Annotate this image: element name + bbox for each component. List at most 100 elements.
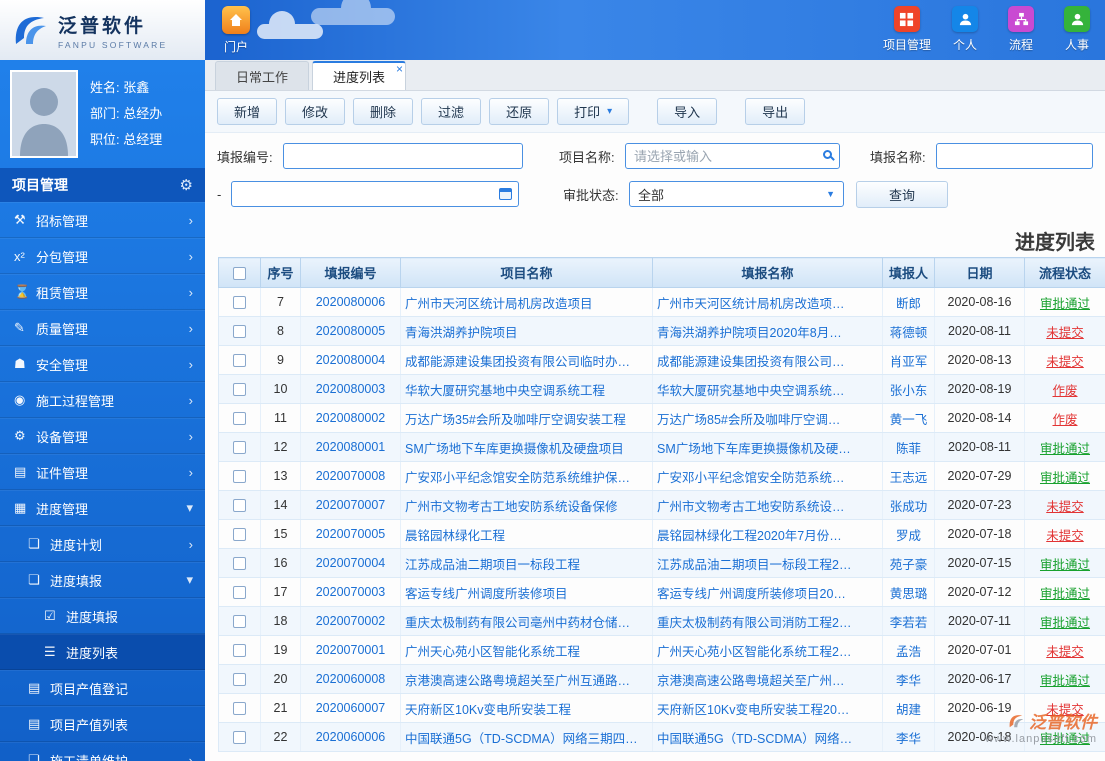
status-link[interactable]: 未提交 <box>1024 345 1105 375</box>
row-checkbox[interactable] <box>233 412 246 426</box>
sidebar-item[interactable]: ☗ 安全管理 › <box>0 346 205 382</box>
status-link[interactable]: 审批通过 <box>1024 548 1105 578</box>
row-checkbox[interactable] <box>233 296 246 310</box>
sidebar-item[interactable]: ☑ 进度填报 <box>0 598 205 634</box>
sidebar-item[interactable]: ⚒ 招标管理 › <box>0 202 205 238</box>
reporter-link[interactable]: 陈菲 <box>882 432 935 462</box>
calendar-icon[interactable] <box>499 188 512 200</box>
row-checkbox[interactable] <box>233 586 246 600</box>
report-name-link[interactable]: 中国联通5G（TD-SCDMA）网络… <box>652 722 883 752</box>
topnav-hr[interactable]: 人事 <box>1049 0 1105 53</box>
toolbar-button[interactable]: 还原 <box>489 98 550 125</box>
toolbar-button[interactable]: 过滤 <box>421 98 482 125</box>
status-link[interactable]: 未提交 <box>1024 635 1105 665</box>
reporter-link[interactable]: 张成功 <box>882 490 935 520</box>
project-name-link[interactable]: 江苏成品油二期项目一标段工程 <box>400 548 653 578</box>
report-name-link[interactable]: 万达广场85#会所及咖啡厅空调… <box>652 403 883 433</box>
report-code-link[interactable]: 2020080002 <box>300 403 401 433</box>
topnav-project-management[interactable]: 项目管理 <box>877 0 937 53</box>
status-link[interactable]: 未提交 <box>1024 693 1105 723</box>
row-checkbox[interactable] <box>233 325 246 339</box>
reporter-link[interactable]: 李华 <box>882 722 935 752</box>
project-name-link[interactable]: 青海洪湖养护院项目 <box>400 316 653 346</box>
sidebar-item[interactable]: ⚙ 设备管理 › <box>0 418 205 454</box>
row-checkbox[interactable] <box>233 354 246 368</box>
report-name-link[interactable]: 广州市文物考古工地安防系统设… <box>652 490 883 520</box>
report-code-link[interactable]: 2020070004 <box>300 548 401 578</box>
reporter-link[interactable]: 苑子豪 <box>882 548 935 578</box>
report-name-link[interactable]: 广州天心苑小区智能化系统工程2… <box>652 635 883 665</box>
report-code-link[interactable]: 2020060007 <box>300 693 401 723</box>
row-checkbox[interactable] <box>233 528 246 542</box>
row-checkbox[interactable] <box>233 731 246 745</box>
reporter-link[interactable]: 张小东 <box>882 374 935 404</box>
sidebar-item[interactable]: ▤ 项目产值登记 <box>0 670 205 706</box>
reporter-link[interactable]: 断郎 <box>882 287 935 317</box>
report-name-link[interactable]: 重庆太极制药有限公司消防工程2… <box>652 606 883 636</box>
tab[interactable]: 进度列表 × <box>312 61 407 90</box>
sidebar-item[interactable]: ❏ 施工清单维护 › <box>0 742 205 761</box>
project-name-link[interactable]: 晨铭园林绿化工程 <box>400 519 653 549</box>
project-name-link[interactable]: 华软大厦研究基地中央空调系统工程 <box>400 374 653 404</box>
status-link[interactable]: 审批通过 <box>1024 664 1105 694</box>
toolbar-button[interactable]: 导出 <box>745 98 806 125</box>
select-all-checkbox[interactable] <box>233 267 246 281</box>
row-checkbox[interactable] <box>233 470 246 484</box>
close-icon[interactable]: × <box>396 63 403 75</box>
report-name-link[interactable]: 江苏成品油二期项目一标段工程2… <box>652 548 883 578</box>
status-link[interactable]: 审批通过 <box>1024 577 1105 607</box>
report-name-link[interactable]: 客运专线广州调度所装修项目20… <box>652 577 883 607</box>
sidebar-item[interactable]: ⌛ 租赁管理 › <box>0 274 205 310</box>
sidebar-item[interactable]: ☰ 进度列表 <box>0 634 205 670</box>
status-link[interactable]: 审批通过 <box>1024 287 1105 317</box>
project-name-link[interactable]: 成都能源建设集团投资有限公司临时办… <box>400 345 653 375</box>
status-link[interactable]: 未提交 <box>1024 316 1105 346</box>
query-button[interactable]: 查询 <box>856 180 948 208</box>
project-name-link[interactable]: 天府新区10Kv变电所安装工程 <box>400 693 653 723</box>
report-name-link[interactable]: 京港澳高速公路粤境超关至广州… <box>652 664 883 694</box>
toolbar-button[interactable]: 导入 <box>657 98 718 125</box>
reporter-link[interactable]: 胡建 <box>882 693 935 723</box>
project-name-link[interactable]: 重庆太极制药有限公司亳州中药材仓储… <box>400 606 653 636</box>
reporter-link[interactable]: 黄一飞 <box>882 403 935 433</box>
report-code-link[interactable]: 2020060006 <box>300 722 401 752</box>
topnav-personal[interactable]: 个人 <box>937 0 993 53</box>
portal-button[interactable]: 门户 <box>205 0 267 55</box>
report-name-input[interactable] <box>936 143 1093 169</box>
reporter-link[interactable]: 黄思璐 <box>882 577 935 607</box>
sidebar-item[interactable]: ◉ 施工过程管理 › <box>0 382 205 418</box>
project-name-link[interactable]: 万达广场35#会所及咖啡厅空调安装工程 <box>400 403 653 433</box>
report-name-link[interactable]: SM广场地下车库更换摄像机及硬… <box>652 432 883 462</box>
reporter-link[interactable]: 李若若 <box>882 606 935 636</box>
sidebar-item[interactable]: ❏ 进度填报 ▾ <box>0 562 205 598</box>
report-code-link[interactable]: 2020080005 <box>300 316 401 346</box>
search-icon[interactable] <box>823 150 832 159</box>
report-name-link[interactable]: 青海洪湖养护院项目2020年8月… <box>652 316 883 346</box>
report-code-link[interactable]: 2020070007 <box>300 490 401 520</box>
status-link[interactable]: 审批通过 <box>1024 606 1105 636</box>
row-checkbox[interactable] <box>233 615 246 629</box>
topnav-workflow[interactable]: 流程 <box>993 0 1049 53</box>
sidebar-item[interactable]: ❏ 进度计划 › <box>0 526 205 562</box>
sidebar-item[interactable]: ▤ 项目产值列表 <box>0 706 205 742</box>
row-checkbox[interactable] <box>233 702 246 716</box>
report-code-link[interactable]: 2020080003 <box>300 374 401 404</box>
sidebar-item[interactable]: ✎ 质量管理 › <box>0 310 205 346</box>
row-checkbox[interactable] <box>233 557 246 571</box>
reporter-link[interactable]: 李华 <box>882 664 935 694</box>
toolbar-button[interactable]: 删除 <box>353 98 414 125</box>
project-name-link[interactable]: 广州天心苑小区智能化系统工程 <box>400 635 653 665</box>
project-name-link[interactable]: 广安邓小平纪念馆安全防范系统维护保… <box>400 461 653 491</box>
project-name-link[interactable]: 广州市天河区统计局机房改造项目 <box>400 287 653 317</box>
status-link[interactable]: 审批通过 <box>1024 722 1105 752</box>
project-name-link[interactable]: 客运专线广州调度所装修项目 <box>400 577 653 607</box>
reporter-link[interactable]: 肖亚军 <box>882 345 935 375</box>
report-name-link[interactable]: 广州市天河区统计局机房改造项… <box>652 287 883 317</box>
report-name-link[interactable]: 广安邓小平纪念馆安全防范系统… <box>652 461 883 491</box>
project-name-input[interactable] <box>625 143 840 169</box>
report-code-link[interactable]: 2020070002 <box>300 606 401 636</box>
status-link[interactable]: 审批通过 <box>1024 461 1105 491</box>
date-input[interactable] <box>231 181 519 207</box>
sidebar-item[interactable]: x² 分包管理 › <box>0 238 205 274</box>
sidebar-item[interactable]: ▦ 进度管理 ▾ <box>0 490 205 526</box>
